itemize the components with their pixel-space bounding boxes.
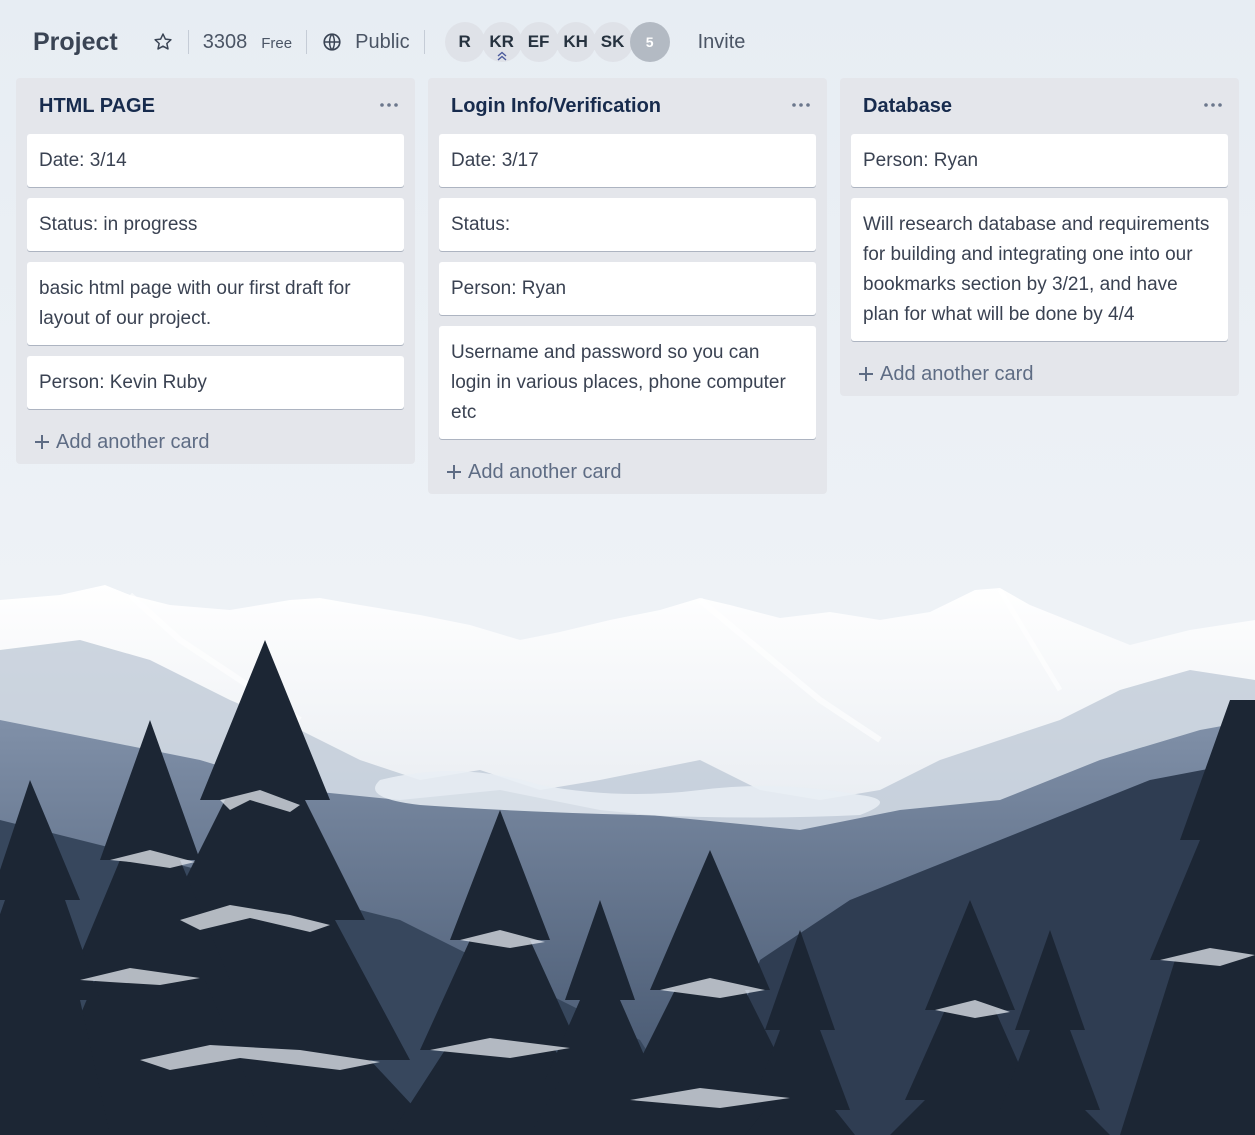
- team-button[interactable]: 3308 Free: [203, 31, 292, 54]
- visibility-button[interactable]: Public: [321, 30, 410, 54]
- list-menu-icon[interactable]: [789, 98, 813, 112]
- team-name: 3308: [202, 30, 248, 53]
- list-html-page: HTML PAGE Date: 3/14 Status: in progress…: [16, 78, 415, 464]
- member-initials: R: [458, 32, 471, 51]
- add-card-button[interactable]: Add another card: [428, 450, 827, 494]
- more-members-count: 5: [645, 34, 654, 50]
- plus-icon: [858, 366, 874, 382]
- list-card[interactable]: Date: 3/17: [439, 134, 816, 187]
- member-initials: SK: [600, 32, 625, 51]
- board-members: R KR EF KH SK 5: [444, 22, 670, 62]
- member-initials: KH: [563, 32, 588, 51]
- header-divider: [187, 30, 189, 54]
- list-menu-icon[interactable]: [1201, 98, 1225, 112]
- star-icon[interactable]: [152, 31, 174, 53]
- board-header: Project 3308 Free Public R KR EF KH SK 5…: [18, 20, 1255, 64]
- member-initials: EF: [527, 32, 550, 51]
- list-database: Database Person: Ryan Will research data…: [840, 78, 1239, 396]
- list-title[interactable]: Login Info/Verification: [451, 95, 661, 118]
- add-card-label: Add another card: [880, 362, 1034, 385]
- member-avatar[interactable]: R: [444, 22, 485, 62]
- list-card[interactable]: Person: Ryan: [851, 134, 1228, 187]
- admin-chevron-icon: [497, 51, 507, 61]
- member-initials: KR: [489, 32, 514, 51]
- list-card[interactable]: Username and password so you can login i…: [439, 326, 816, 439]
- list-card[interactable]: Person: Ryan: [439, 262, 816, 315]
- member-avatar[interactable]: KH: [555, 22, 596, 62]
- add-card-label: Add another card: [56, 430, 210, 453]
- list-card[interactable]: basic html page with our first draft for…: [27, 262, 404, 345]
- globe-icon: [321, 31, 343, 53]
- visibility-label: Public: [355, 30, 410, 53]
- list-menu-icon[interactable]: [377, 98, 401, 112]
- list-title[interactable]: HTML PAGE: [39, 95, 155, 118]
- board-title[interactable]: Project: [33, 28, 118, 57]
- team-plan-badge: Free: [261, 34, 293, 52]
- list-title[interactable]: Database: [863, 95, 952, 118]
- member-avatar[interactable]: KR: [481, 22, 522, 62]
- list-card[interactable]: Date: 3/14: [27, 134, 404, 187]
- list-card[interactable]: Person: Kevin Ruby: [27, 356, 404, 409]
- plus-icon: [34, 434, 50, 450]
- list-header: Database: [840, 78, 1239, 134]
- list-header: Login Info/Verification: [428, 78, 827, 134]
- list-card[interactable]: Status:: [439, 198, 816, 251]
- list-header: HTML PAGE: [16, 78, 415, 134]
- add-card-button[interactable]: Add another card: [16, 420, 415, 464]
- member-avatar[interactable]: EF: [518, 22, 559, 62]
- plus-icon: [446, 464, 462, 480]
- invite-button[interactable]: Invite: [698, 31, 746, 54]
- add-card-label: Add another card: [468, 460, 622, 483]
- more-members-button[interactable]: 5: [629, 22, 670, 62]
- list-login-info: Login Info/Verification Date: 3/17 Statu…: [428, 78, 827, 494]
- add-card-button[interactable]: Add another card: [840, 352, 1239, 396]
- header-divider: [423, 30, 425, 54]
- header-divider: [306, 30, 308, 54]
- member-avatar[interactable]: SK: [592, 22, 633, 62]
- list-card[interactable]: Status: in progress: [27, 198, 404, 251]
- list-card[interactable]: Will research database and requirements …: [851, 198, 1228, 341]
